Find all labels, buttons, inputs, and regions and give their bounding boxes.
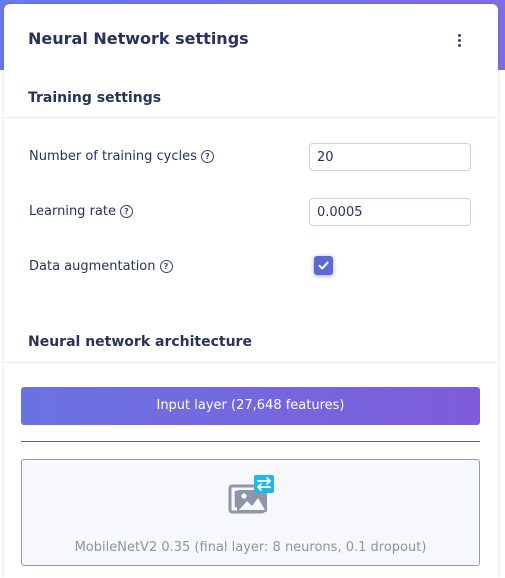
divider (4, 117, 498, 118)
training-cycles-row: Number of training cycles? (29, 149, 214, 164)
data-augmentation-checkbox[interactable] (314, 256, 333, 275)
model-block[interactable]: MobileNetV2 0.35 (final layer: 8 neurons… (21, 459, 480, 566)
layer-separator (21, 441, 480, 442)
learning-rate-input[interactable] (309, 198, 471, 226)
help-icon[interactable]: ? (159, 260, 173, 273)
kebab-menu-icon[interactable] (453, 34, 465, 54)
divider (4, 362, 498, 363)
page-title: Neural Network settings (28, 29, 249, 48)
checkmark-icon (318, 261, 329, 270)
help-icon[interactable]: ? (200, 150, 214, 163)
training-cycles-input[interactable] (309, 143, 471, 171)
model-label: MobileNetV2 0.35 (final layer: 8 neurons… (74, 540, 427, 555)
input-layer-block[interactable]: Input layer (27,648 features) (21, 387, 480, 425)
settings-card: Neural Network settings Training setting… (4, 4, 498, 578)
learning-rate-label: Learning rate (29, 204, 116, 219)
help-icon[interactable]: ? (119, 205, 133, 218)
architecture-heading: Neural network architecture (28, 334, 252, 350)
training-settings-heading: Training settings (28, 90, 162, 106)
data-augmentation-label: Data augmentation (29, 259, 156, 274)
image-transfer-icon (228, 475, 274, 514)
training-cycles-label: Number of training cycles (29, 149, 197, 164)
data-augmentation-row: Data augmentation? (29, 259, 173, 274)
learning-rate-row: Learning rate? (29, 204, 133, 219)
